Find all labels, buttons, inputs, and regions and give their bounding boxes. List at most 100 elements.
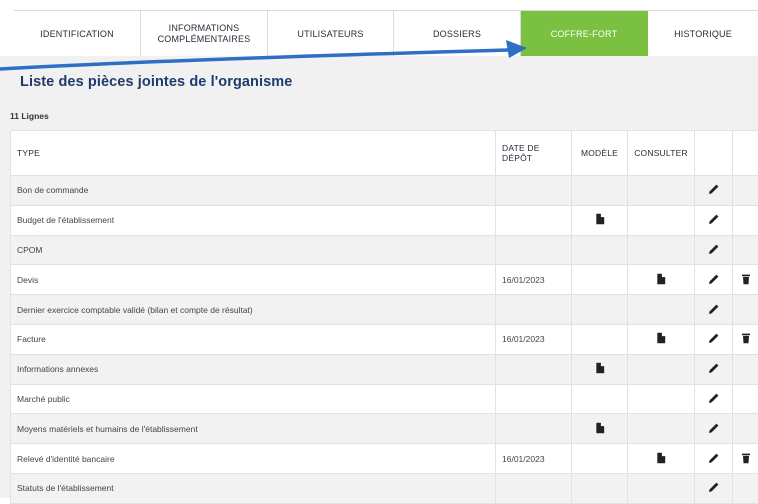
- document-icon[interactable]: [655, 273, 667, 287]
- table-body: Bon de commandeBudget de l'établissement…: [11, 176, 758, 504]
- cell-date-depot: [496, 414, 572, 444]
- cell-consulter: [628, 354, 695, 384]
- cell-edit: [695, 205, 733, 235]
- pencil-icon[interactable]: [708, 422, 720, 436]
- cell-type: CPOM: [11, 235, 496, 265]
- cell-consulter: [628, 444, 695, 474]
- table-row: Dernier exercice comptable validé (bilan…: [11, 295, 758, 325]
- pencil-icon[interactable]: [708, 243, 720, 257]
- cell-date-depot: 16/01/2023: [496, 444, 572, 474]
- cell-consulter: [628, 176, 695, 206]
- cell-delete: [733, 384, 758, 414]
- cell-type: Informations annexes: [11, 354, 496, 384]
- tab-label-line1: INFORMATIONS: [169, 23, 240, 34]
- pencil-icon[interactable]: [708, 362, 720, 376]
- cell-type: Relevé d'identité bancaire: [11, 444, 496, 474]
- header-consulter: CONSULTER: [628, 131, 695, 176]
- trash-icon[interactable]: [740, 332, 752, 346]
- cell-edit: [695, 384, 733, 414]
- table-header-row: TYPE DATE DE DÉPÔT MODÈLE CONSULTER: [11, 131, 758, 176]
- header-type[interactable]: TYPE: [11, 131, 496, 176]
- table-row: Budget de l'établissement: [11, 205, 758, 235]
- pencil-icon[interactable]: [708, 273, 720, 287]
- cell-date-depot: [496, 205, 572, 235]
- cell-type: Statuts de l'établissement: [11, 473, 496, 503]
- cell-date-depot: 16/01/2023: [496, 324, 572, 354]
- trash-icon[interactable]: [740, 452, 752, 466]
- cell-date-depot: [496, 295, 572, 325]
- cell-modele: [572, 324, 628, 354]
- tab-utilisateurs[interactable]: UTILISATEURS: [268, 11, 394, 57]
- document-icon[interactable]: [594, 362, 606, 376]
- table-row: Facture16/01/2023: [11, 324, 758, 354]
- pencil-icon[interactable]: [708, 303, 720, 317]
- cell-modele: [572, 295, 628, 325]
- document-icon[interactable]: [655, 332, 667, 346]
- cell-edit: [695, 265, 733, 295]
- cell-consulter: [628, 384, 695, 414]
- cell-modele: [572, 176, 628, 206]
- tab-label: IDENTIFICATION: [40, 29, 114, 40]
- cell-type: Devis: [11, 265, 496, 295]
- cell-delete: [733, 295, 758, 325]
- tab-informations-complementaires[interactable]: INFORMATIONS COMPLÉMENTAIRES: [141, 11, 268, 57]
- cell-consulter: [628, 473, 695, 503]
- pencil-icon[interactable]: [708, 213, 720, 227]
- cell-consulter: [628, 414, 695, 444]
- cell-consulter: [628, 235, 695, 265]
- cell-date-depot: [496, 354, 572, 384]
- cell-delete: [733, 414, 758, 444]
- cell-modele: [572, 473, 628, 503]
- table-row: Bon de commande: [11, 176, 758, 206]
- cell-consulter: [628, 265, 695, 295]
- cell-delete: [733, 324, 758, 354]
- cell-edit: [695, 444, 733, 474]
- cell-edit: [695, 295, 733, 325]
- document-icon[interactable]: [655, 452, 667, 466]
- cell-delete: [733, 444, 758, 474]
- cell-modele: [572, 235, 628, 265]
- cell-edit: [695, 473, 733, 503]
- cell-modele: [572, 354, 628, 384]
- cell-edit: [695, 235, 733, 265]
- attachments-table: TYPE DATE DE DÉPÔT MODÈLE CONSULTER Bon …: [10, 130, 758, 504]
- document-icon[interactable]: [594, 422, 606, 436]
- pencil-icon[interactable]: [708, 332, 720, 346]
- page-title: Liste des pièces jointes de l'organisme: [20, 74, 292, 90]
- cell-delete: [733, 473, 758, 503]
- pencil-icon[interactable]: [708, 481, 720, 495]
- tab-dossiers[interactable]: DOSSIERS: [394, 11, 521, 57]
- cell-type: Budget de l'établissement: [11, 205, 496, 235]
- cell-edit: [695, 324, 733, 354]
- tab-coffre-fort[interactable]: COFFRE-FORT: [521, 11, 648, 57]
- cell-type: Moyens matériels et humains de l'établis…: [11, 414, 496, 444]
- cell-edit: [695, 354, 733, 384]
- cell-modele: [572, 414, 628, 444]
- cell-type: Bon de commande: [11, 176, 496, 206]
- tab-historique[interactable]: HISTORIQUE: [648, 11, 758, 57]
- pencil-icon[interactable]: [708, 452, 720, 466]
- document-icon[interactable]: [594, 213, 606, 227]
- table-row: Devis16/01/2023: [11, 265, 758, 295]
- header-date-line2: DÉPÔT: [502, 153, 571, 163]
- table-row: Moyens matériels et humains de l'établis…: [11, 414, 758, 444]
- cell-date-depot: [496, 235, 572, 265]
- header-edit: [695, 131, 733, 176]
- tab-bar: IDENTIFICATION INFORMATIONS COMPLÉMENTAI…: [14, 10, 758, 58]
- cell-delete: [733, 354, 758, 384]
- cell-consulter: [628, 324, 695, 354]
- tab-label: UTILISATEURS: [297, 29, 363, 40]
- header-date-depot[interactable]: DATE DE DÉPÔT: [496, 131, 572, 176]
- header-modele: MODÈLE: [572, 131, 628, 176]
- tab-label: COFFRE-FORT: [551, 29, 618, 40]
- pencil-icon[interactable]: [708, 183, 720, 197]
- tab-label-line2: COMPLÉMENTAIRES: [158, 34, 251, 45]
- cell-type: Facture: [11, 324, 496, 354]
- pencil-icon[interactable]: [708, 392, 720, 406]
- tab-identification[interactable]: IDENTIFICATION: [14, 11, 141, 57]
- table-row: CPOM: [11, 235, 758, 265]
- cell-consulter: [628, 205, 695, 235]
- cell-edit: [695, 176, 733, 206]
- tab-label: DOSSIERS: [433, 29, 481, 40]
- trash-icon[interactable]: [740, 273, 752, 287]
